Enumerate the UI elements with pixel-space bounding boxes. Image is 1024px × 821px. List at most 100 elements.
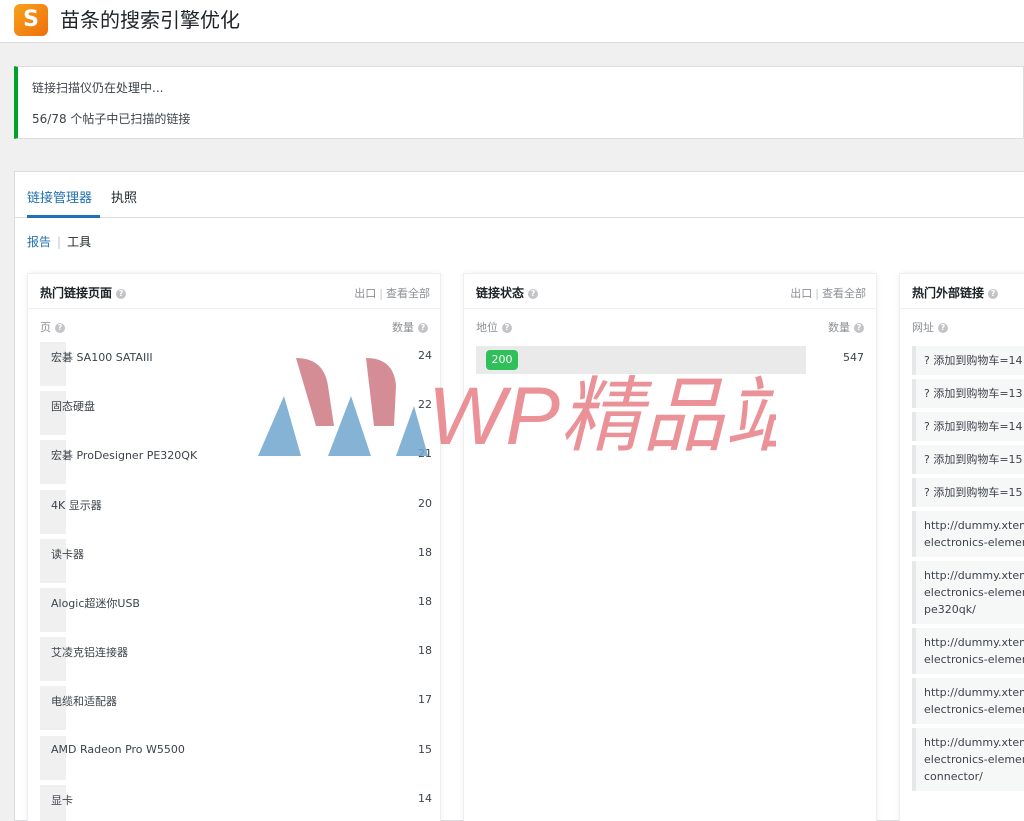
- top-bar: S 苗条的搜索引擎优化: [0, 0, 1024, 43]
- external-link-item[interactable]: http://dummy.xtem electronics-element pe32…: [912, 561, 1024, 624]
- column-header-status: 地位?: [476, 319, 512, 335]
- report-link[interactable]: 报告: [27, 235, 51, 249]
- help-icon[interactable]: ?: [854, 323, 864, 333]
- external-link-item[interactable]: http://dummy.xtem electronics-element conn…: [912, 728, 1024, 791]
- page-count: 20: [418, 496, 432, 510]
- list-item[interactable]: 4K 显示器 20: [40, 489, 432, 539]
- export-link[interactable]: 出口: [354, 287, 376, 300]
- external-link-line: electronics-element: [924, 703, 1024, 716]
- column-header-url-text: 网址: [912, 321, 934, 334]
- external-link-line: ? 添加到购物车=15: [924, 453, 1023, 466]
- column-header-count-text: 数量: [828, 321, 850, 334]
- status-row[interactable]: 200: [476, 346, 806, 374]
- export-link[interactable]: 出口: [790, 287, 812, 300]
- page-name[interactable]: 宏碁 SA100 SATAIII: [51, 349, 153, 365]
- list-item[interactable]: 宏碁 ProDesigner PE320QK 21: [40, 440, 432, 489]
- actions-separator: |: [379, 287, 383, 300]
- page-count: 21: [418, 447, 432, 461]
- external-link-line: ? 添加到购物车=14: [924, 420, 1023, 433]
- page-count: 18: [418, 594, 432, 608]
- app-title: 苗条的搜索引擎优化: [60, 8, 240, 32]
- external-link-item[interactable]: ? 添加到购物车=13: [912, 379, 1024, 408]
- view-all-link[interactable]: 查看全部: [822, 287, 866, 300]
- column-header-count-text: 数量: [392, 321, 414, 334]
- card-title-text: 热门链接页面: [40, 286, 113, 300]
- column-header-url: 网址?: [912, 319, 948, 335]
- external-link-item[interactable]: http://dummy.xtem electronics-element: [912, 678, 1024, 724]
- external-links-list: ? 添加到购物车=14 ? 添加到购物车=13 ? 添加到购物车=14 ? 添加…: [912, 346, 1024, 795]
- page-count: 24: [418, 349, 432, 362]
- list-item[interactable]: 艾凌克铝连接器 18: [40, 637, 432, 686]
- actions-separator: |: [815, 287, 819, 300]
- list-item[interactable]: 宏碁 SA100 SATAIII 24: [40, 342, 432, 391]
- external-link-item[interactable]: ? 添加到购物车=15: [912, 445, 1024, 474]
- page-name[interactable]: Alogic超迷你USB: [51, 595, 140, 611]
- page-count: 18: [418, 545, 432, 559]
- external-link-line: http://dummy.xtem: [924, 636, 1024, 649]
- card-header: 链接状态? 出口 | 查看全部: [464, 274, 876, 309]
- page-name[interactable]: AMD Radeon Pro W5500: [51, 743, 185, 756]
- page-count: 18: [418, 644, 432, 658]
- main-panel: 链接管理器 执照 报告 | 工具 热门链接页面? 出口 | 查看全部 页? 数量? 宏碁…: [14, 171, 1024, 821]
- help-icon[interactable]: ?: [116, 289, 127, 299]
- top-linked-pages-card: 热门链接页面? 出口 | 查看全部 页? 数量? 宏碁 SA100 SATAIII 2…: [27, 273, 441, 821]
- page-name[interactable]: 电缆和适配器: [51, 693, 117, 709]
- list-item[interactable]: 电缆和适配器 17: [40, 686, 432, 735]
- page-name[interactable]: 宏碁 ProDesigner PE320QK: [51, 447, 197, 463]
- external-link-line: http://dummy.xtem: [924, 519, 1024, 532]
- external-link-line: http://dummy.xtem: [924, 686, 1024, 699]
- top-external-links-card: 热门外部链接? 网址? ? 添加到购物车=14 ? 添加到购物车=13 ? 添加…: [899, 273, 1024, 821]
- external-link-line: electronics-element: [924, 653, 1024, 666]
- page-count: 15: [418, 742, 432, 756]
- page-name[interactable]: 艾凌克铝连接器: [51, 644, 128, 660]
- external-link-line: http://dummy.xtem: [924, 736, 1024, 749]
- external-link-item[interactable]: ? 添加到购物车=15: [912, 478, 1024, 507]
- tab-link-manager[interactable]: 链接管理器: [27, 187, 100, 218]
- column-header-count: 数量?: [828, 319, 864, 335]
- page-name[interactable]: 4K 显示器: [51, 497, 102, 513]
- page-name[interactable]: 固态硬盘: [51, 398, 95, 414]
- column-header-page: 页?: [40, 319, 65, 335]
- column-header-count: 数量?: [392, 319, 428, 335]
- view-all-link[interactable]: 查看全部: [386, 287, 430, 300]
- list-item[interactable]: 读卡器 18: [40, 538, 432, 588]
- help-icon[interactable]: ?: [528, 289, 539, 299]
- top-pages-list: 宏碁 SA100 SATAIII 24 固态硬盘 22 宏碁 ProDesigner…: [40, 342, 432, 821]
- card-title-text: 热门外部链接: [912, 286, 985, 300]
- help-icon[interactable]: ?: [502, 323, 512, 333]
- card-title: 热门外部链接?: [912, 284, 999, 301]
- card-actions: 出口 | 查看全部: [790, 285, 866, 301]
- help-icon[interactable]: ?: [418, 323, 428, 333]
- help-icon[interactable]: ?: [988, 289, 999, 299]
- page-count: 22: [418, 398, 432, 412]
- external-link-line: pe320qk/: [924, 603, 976, 616]
- external-link-line: electronics-element: [924, 753, 1024, 766]
- card-title-text: 链接状态: [476, 286, 525, 300]
- external-link-item[interactable]: http://dummy.xtem electronics-element: [912, 511, 1024, 557]
- external-link-line: ? 添加到购物车=13: [924, 387, 1023, 400]
- tab-bar: 链接管理器 执照: [15, 172, 1024, 218]
- help-icon[interactable]: ?: [55, 323, 65, 333]
- external-link-line: connector/: [924, 770, 983, 783]
- notice-progress-text: 56/78 个帖子中已扫描的链接: [32, 112, 191, 126]
- page-name[interactable]: 显卡: [51, 792, 73, 808]
- list-item[interactable]: AMD Radeon Pro W5500 15: [40, 735, 432, 785]
- card-title: 热门链接页面?: [40, 284, 127, 301]
- tab-license[interactable]: 执照: [111, 187, 137, 218]
- subnav-separator: |: [57, 235, 62, 249]
- external-link-item[interactable]: ? 添加到购物车=14: [912, 346, 1024, 375]
- external-link-line: electronics-element: [924, 586, 1024, 599]
- list-item[interactable]: Alogic超迷你USB 18: [40, 587, 432, 637]
- external-link-line: electronics-element: [924, 536, 1024, 549]
- external-link-item[interactable]: http://dummy.xtem electronics-element: [912, 628, 1024, 674]
- list-item[interactable]: 显卡 14: [40, 784, 432, 821]
- list-item[interactable]: 固态硬盘 22: [40, 391, 432, 440]
- card-header: 热门外部链接?: [900, 274, 1024, 309]
- page-name[interactable]: 读卡器: [51, 546, 84, 562]
- sub-navigation: 报告 | 工具: [27, 233, 91, 250]
- column-header-page-text: 页: [40, 321, 51, 334]
- external-link-item[interactable]: ? 添加到购物车=14: [912, 412, 1024, 441]
- tools-link[interactable]: 工具: [67, 235, 91, 249]
- status-badge[interactable]: 200: [486, 350, 518, 370]
- help-icon[interactable]: ?: [938, 323, 948, 333]
